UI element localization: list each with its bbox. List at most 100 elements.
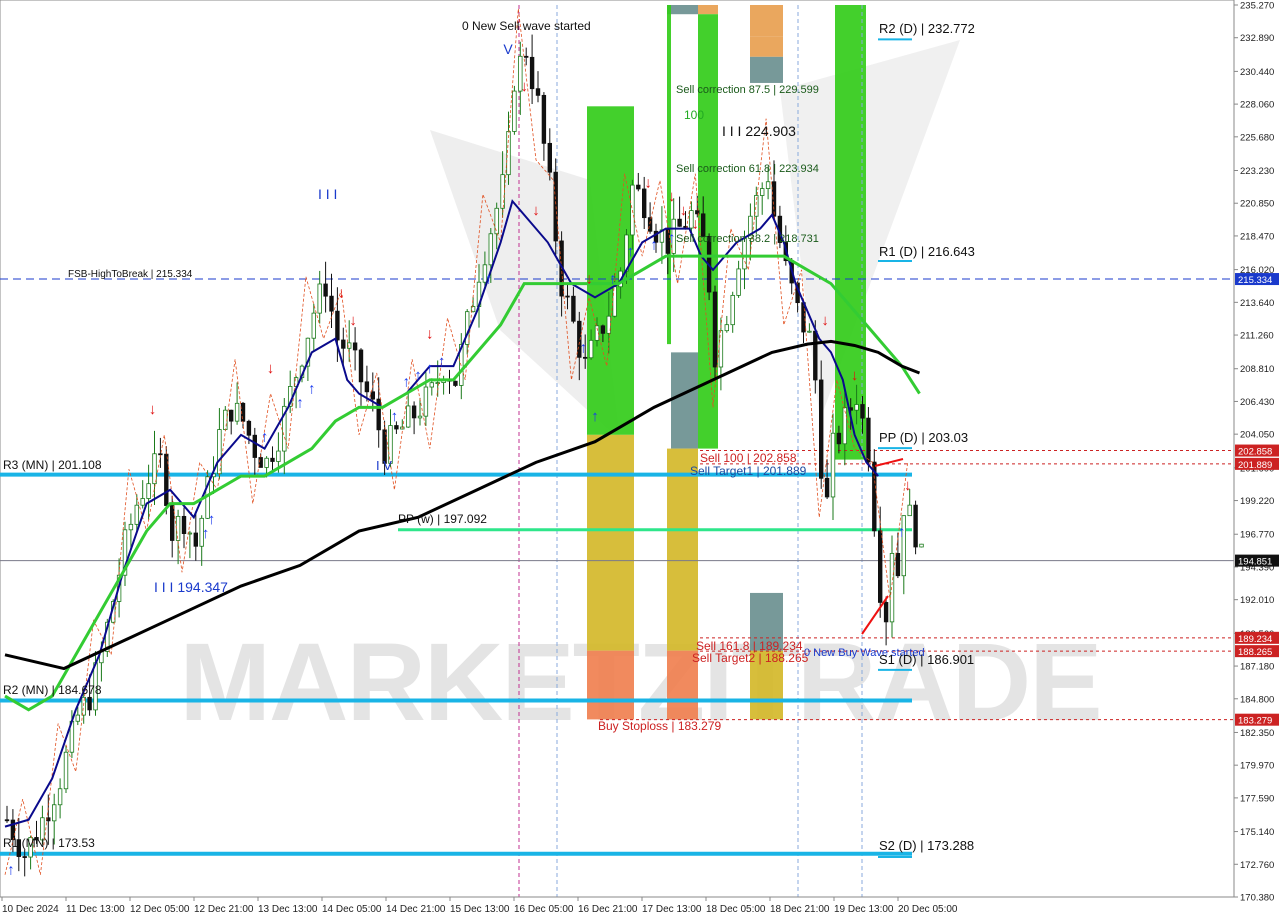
level-label: R2 (MN) | 184.678 bbox=[3, 683, 102, 697]
candle-body bbox=[836, 432, 842, 445]
candle-body bbox=[417, 415, 423, 419]
x-tick-label: 17 Dec 13:00 bbox=[642, 904, 702, 915]
candle-body bbox=[252, 434, 257, 458]
candle-body bbox=[807, 330, 812, 333]
candle-body bbox=[630, 184, 635, 236]
price-tag-label: 188.265 bbox=[1238, 647, 1272, 658]
candle-body bbox=[760, 188, 765, 196]
y-tick-label: 184.800 bbox=[1240, 694, 1274, 705]
x-tick-label: 14 Dec 21:00 bbox=[386, 904, 446, 915]
candle-body bbox=[264, 457, 269, 468]
candle-body bbox=[889, 552, 895, 623]
y-tick-label: 187.180 bbox=[1240, 662, 1274, 673]
candle-body bbox=[57, 788, 63, 806]
level-label: FSB-HighToBreak | 215.334 bbox=[68, 269, 193, 280]
y-tick-label: 213.640 bbox=[1240, 298, 1274, 309]
candle-body bbox=[819, 379, 824, 479]
buy-arrow-icon: ↑ bbox=[485, 271, 493, 288]
signal-zone bbox=[587, 434, 634, 651]
sell-arrow-icon: ↓ bbox=[692, 216, 700, 233]
price-tag-label: 183.279 bbox=[1238, 716, 1272, 727]
sell-arrow-icon: ↓ bbox=[338, 284, 346, 301]
signal-zone bbox=[750, 56, 783, 83]
buy-arrow-icon: ↑ bbox=[609, 271, 617, 288]
y-tick-label: 179.970 bbox=[1240, 761, 1274, 772]
candle-body bbox=[547, 142, 552, 173]
buy-arrow-icon: ↑ bbox=[208, 511, 216, 528]
candle-body bbox=[75, 714, 80, 722]
level-label: PP (D) | 203.03 bbox=[879, 430, 968, 445]
y-tick-label: 177.590 bbox=[1240, 793, 1274, 804]
candle-body bbox=[588, 339, 594, 359]
candle-body bbox=[730, 294, 735, 326]
candle-body bbox=[824, 477, 830, 498]
annotation-label: Sell Target1 | 201.889 bbox=[690, 464, 807, 478]
buy-arrow-icon: ↑ bbox=[308, 381, 316, 398]
y-tick-label: 196.770 bbox=[1240, 530, 1274, 541]
candle-body bbox=[52, 804, 57, 822]
candle-body bbox=[494, 207, 499, 235]
level-label: S2 (D) | 173.288 bbox=[879, 838, 974, 853]
buy-arrow-icon: ↑ bbox=[426, 360, 434, 377]
candle-body bbox=[636, 184, 641, 190]
buy-arrow-icon: ↑ bbox=[261, 429, 269, 446]
candle-body bbox=[146, 483, 151, 499]
candle-body bbox=[358, 349, 364, 383]
candle-body bbox=[22, 856, 27, 858]
candle-body bbox=[228, 409, 234, 422]
sell-arrow-icon: ↓ bbox=[680, 202, 688, 219]
buy-arrow-icon: ↑ bbox=[627, 243, 635, 260]
annotation-label: I V bbox=[376, 458, 392, 473]
annotation-label: Sell correction 61.8 | 223.934 bbox=[676, 163, 819, 175]
x-tick-label: 18 Dec 21:00 bbox=[770, 904, 830, 915]
x-tick-label: 16 Dec 05:00 bbox=[514, 904, 574, 915]
y-tick-label: 235.270 bbox=[1240, 1, 1274, 12]
candle-body bbox=[352, 342, 358, 351]
candle-body bbox=[541, 94, 547, 144]
y-tick-label: 208.810 bbox=[1240, 364, 1274, 375]
sell-arrow-icon: ↓ bbox=[349, 312, 357, 329]
buy-arrow-icon: ↑ bbox=[579, 339, 587, 356]
candle-body bbox=[919, 543, 924, 548]
candle-body bbox=[571, 295, 576, 322]
candle-body bbox=[234, 402, 240, 422]
candle-body bbox=[464, 311, 470, 345]
sell-arrow-icon: ↓ bbox=[668, 188, 676, 205]
x-tick-label: 11 Dec 13:00 bbox=[66, 904, 125, 915]
y-tick-label: 232.890 bbox=[1240, 33, 1274, 44]
annotation-label: I I I bbox=[318, 186, 337, 202]
candle-body bbox=[907, 504, 912, 517]
candle-body bbox=[158, 453, 163, 456]
candle-body bbox=[311, 312, 316, 339]
price-tag-label: 189.234 bbox=[1238, 634, 1272, 645]
candle-body bbox=[175, 515, 181, 541]
annotation-label: Sell correction 38.2 | 218.731 bbox=[676, 233, 819, 245]
candle-body bbox=[736, 268, 741, 296]
y-tick-label: 206.430 bbox=[1240, 397, 1274, 408]
candle-body bbox=[87, 696, 92, 711]
candle-body bbox=[317, 283, 322, 314]
candle-body bbox=[134, 504, 139, 525]
candle-body bbox=[813, 330, 818, 381]
annotation-label: Sell Target2 | 188.265 bbox=[692, 651, 809, 665]
annotation-label: Sell correction 87.5 | 229.599 bbox=[676, 84, 819, 96]
signal-zone bbox=[750, 36, 783, 57]
candle-body bbox=[258, 457, 263, 468]
candle-body bbox=[565, 295, 570, 298]
level-label: R1 (MN) | 173.53 bbox=[3, 836, 95, 850]
y-tick-label: 211.260 bbox=[1240, 331, 1274, 342]
price-chart[interactable]: MARKETZITRADE↓↓↓↓↓↓↓↓↓↓↓↓↓↓↓↑↑↑↑↑↑↑↑ ↑ ↑ ↑↑… bbox=[0, 0, 1280, 920]
candle-body bbox=[63, 751, 69, 790]
buy-arrow-icon: ↑ bbox=[898, 524, 906, 541]
candle-body bbox=[429, 382, 434, 388]
candle-body bbox=[217, 429, 222, 475]
candle-body bbox=[883, 602, 889, 623]
candle-body bbox=[423, 386, 429, 417]
buy-arrow-icon: ↑ bbox=[650, 236, 658, 253]
sell-arrow-icon: ↓ bbox=[585, 271, 593, 288]
candle-body bbox=[642, 188, 647, 219]
candle-body bbox=[329, 295, 334, 312]
y-tick-label: 175.140 bbox=[1240, 827, 1274, 838]
candle-body bbox=[193, 532, 198, 547]
candle-body bbox=[878, 530, 883, 603]
